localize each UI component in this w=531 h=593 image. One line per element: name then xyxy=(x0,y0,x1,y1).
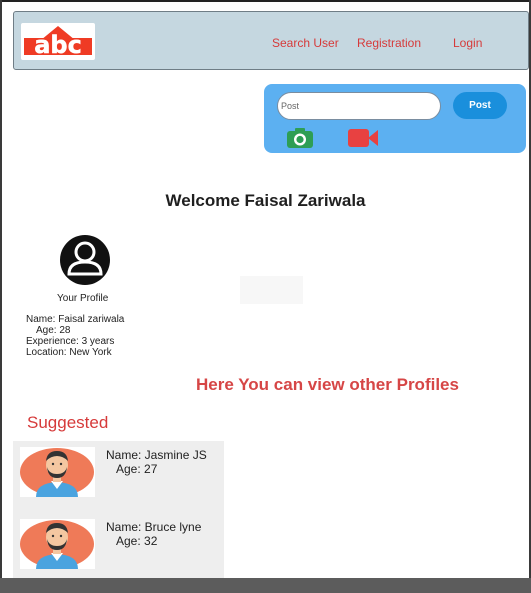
welcome-title: Welcome Faisal Zariwala xyxy=(165,191,366,210)
profile-name: Name: Faisal zariwala xyxy=(26,314,125,325)
video-camera-icon[interactable] xyxy=(347,127,379,149)
profile-info: Name: Faisal zariwala Age: 28 Experience… xyxy=(26,314,124,358)
window-frame-top xyxy=(0,0,531,2)
profile-age: Age: 28 xyxy=(36,325,71,336)
post-input[interactable] xyxy=(277,92,441,120)
nav-registration[interactable]: Registration xyxy=(357,36,421,50)
camera-icon[interactable] xyxy=(286,127,314,149)
suggested-age: Age: 32 xyxy=(116,534,158,548)
view-profiles-heading: Here You can view other Profiles xyxy=(196,375,459,394)
suggested-name: Name: Bruce lyne xyxy=(106,520,202,534)
svg-text:abc: abc xyxy=(34,31,82,59)
suggested-list: Name: Jasmine JS Age: 27 Name: Bruce lyn… xyxy=(13,441,224,578)
person-avatar-icon xyxy=(20,447,95,497)
profile-location: Location: New York xyxy=(26,347,112,358)
user-avatar-icon[interactable] xyxy=(51,234,119,286)
logo[interactable]: abc xyxy=(21,23,95,60)
suggested-heading: Suggested xyxy=(27,413,109,432)
empty-content-box xyxy=(240,276,303,304)
taskbar xyxy=(0,578,531,593)
suggested-name: Name: Jasmine JS xyxy=(106,448,207,462)
navbar: abc Search User Registration Login xyxy=(13,11,529,70)
person-avatar-icon xyxy=(20,519,95,569)
profile-experience: Experience: 3 years xyxy=(26,336,115,347)
suggested-age: Age: 27 xyxy=(116,462,158,476)
nav-search-user[interactable]: Search User xyxy=(272,36,339,50)
logo-graphic: abc xyxy=(24,26,92,59)
profile-title: Your Profile xyxy=(57,293,109,304)
nav-login[interactable]: Login xyxy=(453,36,482,50)
post-button[interactable]: Post xyxy=(453,92,507,119)
post-panel: Post xyxy=(264,84,526,153)
window-frame-left xyxy=(0,0,2,593)
